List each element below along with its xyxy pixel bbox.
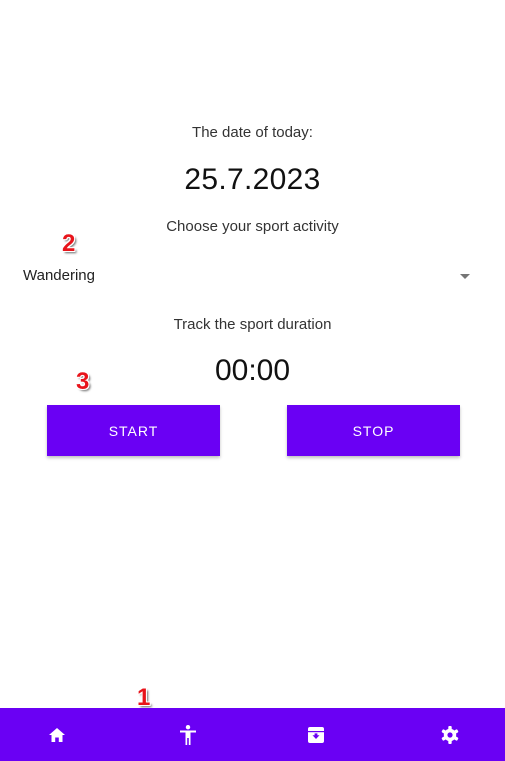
nav-item-archive[interactable] (286, 708, 346, 761)
bottom-navigation-bar (0, 708, 505, 761)
date-label: The date of today: (192, 124, 313, 141)
sport-activity-label: Choose your sport activity (166, 218, 339, 235)
annotation-marker-3: 3 (76, 368, 90, 395)
start-button[interactable]: START (47, 405, 220, 456)
nav-item-settings[interactable] (420, 708, 480, 761)
person-icon (180, 724, 196, 745)
gear-icon (441, 725, 459, 744)
sport-activity-selected: Wandering (23, 267, 95, 284)
home-icon (49, 727, 65, 742)
date-value: 25.7.2023 (184, 163, 321, 196)
annotation-marker-2: 2 (62, 230, 76, 257)
track-duration-label: Track the sport duration (173, 316, 332, 333)
dropdown-arrow-icon (460, 274, 470, 279)
stop-button[interactable]: STOP (287, 405, 460, 456)
nav-item-activity[interactable] (158, 708, 218, 761)
archive-icon (308, 726, 324, 743)
sport-activity-dropdown[interactable]: Wandering (0, 262, 505, 292)
nav-item-home[interactable] (27, 708, 87, 761)
